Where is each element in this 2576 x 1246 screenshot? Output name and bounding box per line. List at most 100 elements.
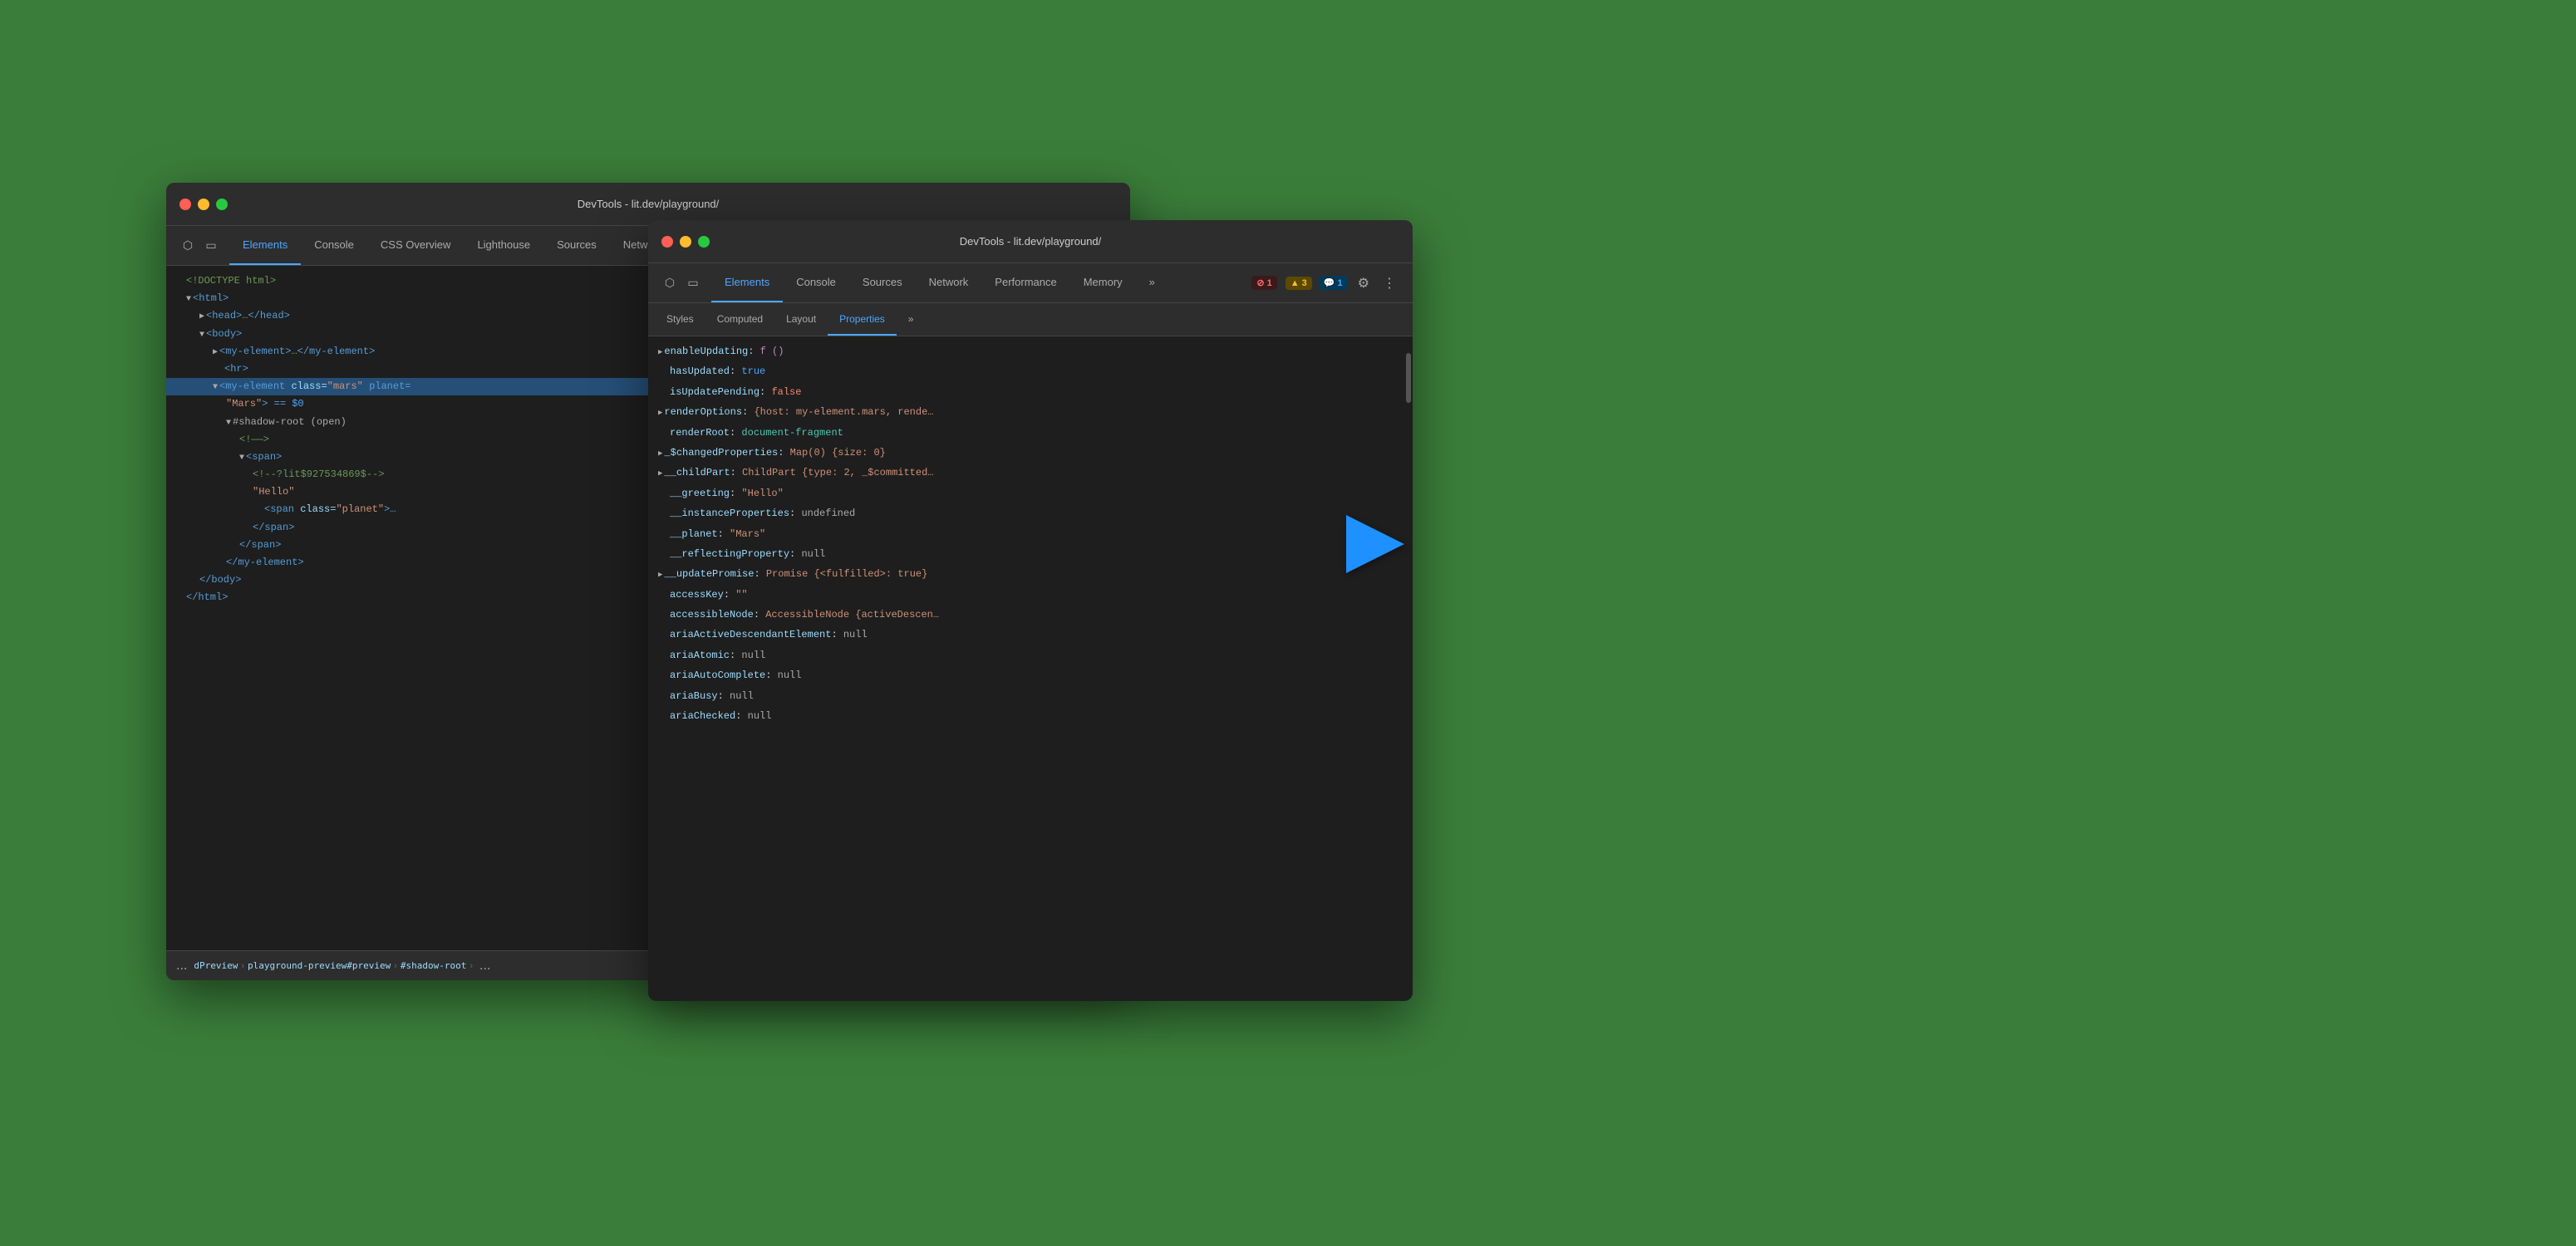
prop-isUpdatePending-front[interactable]: isUpdatePending: false	[648, 382, 1413, 402]
cursor-icon-front[interactable]: ⬡	[661, 275, 678, 292]
dom-line-span1[interactable]: ▼<span>	[166, 449, 681, 466]
minimize-button-back[interactable]	[198, 199, 209, 210]
error-badge-front: ⊘ 1	[1251, 276, 1276, 290]
tab-performance-front[interactable]: Performance	[981, 263, 1069, 302]
prop-renderRoot-front[interactable]: renderRoot: document-fragment	[648, 423, 1413, 443]
expand-body: ▼	[199, 331, 204, 340]
arrow-container	[1346, 515, 1404, 573]
dom-line-myelement2[interactable]: ▼<my-element class="mars" planet=	[166, 378, 681, 395]
tab-lighthouse-back[interactable]: Lighthouse	[464, 226, 543, 265]
settings-icon-front[interactable]: ⚙	[1354, 272, 1373, 295]
prop-enableUpdating-front[interactable]: ▶enableUpdating: f ()	[648, 341, 1413, 361]
prop-renderOptions-front[interactable]: ▶renderOptions: {host: my-element.mars, …	[648, 402, 1413, 422]
tab-console-front[interactable]: Console	[783, 263, 849, 302]
prop-ariaBusy-front[interactable]: ariaBusy: null	[648, 686, 1413, 706]
tab-console-back[interactable]: Console	[301, 226, 367, 265]
dom-line-span-planet[interactable]: <span class="planet">…	[166, 501, 681, 518]
tab-more-front[interactable]: »	[1136, 263, 1168, 302]
more-icon-front[interactable]: ⋮	[1379, 272, 1399, 295]
prop-accessKey-front[interactable]: accessKey: ""	[648, 585, 1413, 605]
bc-shadow-root[interactable]: #shadow-root	[401, 960, 466, 971]
dom-line-close-myelement: </my-element>	[166, 554, 681, 571]
bc-menu-back[interactable]: ...	[173, 955, 190, 977]
subtab-styles-front[interactable]: Styles	[655, 303, 705, 336]
prop-greeting-front[interactable]: __greeting: "Hello"	[648, 483, 1413, 503]
prop-instanceProps-front[interactable]: __instanceProperties: undefined	[648, 503, 1413, 523]
tab-elements-back[interactable]: Elements	[229, 226, 301, 265]
sub-tab-bar-front: Styles Computed Layout Properties »	[648, 303, 1413, 336]
tab-elements-front[interactable]: Elements	[711, 263, 783, 302]
prop-reflectingProp-front[interactable]: __reflectingProperty: null	[648, 544, 1413, 564]
tab-network-front[interactable]: Network	[916, 263, 982, 302]
device-icon[interactable]: ▭	[203, 238, 219, 254]
title-bar-front: DevTools - lit.dev/playground/	[648, 220, 1413, 263]
traffic-lights-back	[179, 199, 228, 210]
dom-line-mars-val: "Mars"> == $0	[166, 395, 681, 413]
dom-line-comment1: <!——>	[166, 431, 681, 449]
dom-line-head[interactable]: ▶<head>…</head>	[166, 307, 681, 325]
close-button-back[interactable]	[179, 199, 191, 210]
prop-accessibleNode-front[interactable]: accessibleNode: AccessibleNode {activeDe…	[648, 605, 1413, 625]
prop-ariaActive-front[interactable]: ariaActiveDescendantElement: null	[648, 625, 1413, 645]
dom-line-close-span1: </span>	[166, 519, 681, 537]
dom-line-hr[interactable]: <hr>	[166, 361, 681, 378]
dom-tree-back[interactable]: <!DOCTYPE html> ▼<html> ▶<head>…</head> …	[166, 266, 681, 950]
expand-shadow: ▼	[226, 419, 231, 428]
expand-head: ▶	[199, 312, 204, 321]
maximize-button-back[interactable]	[216, 199, 228, 210]
prop-changedProps-front[interactable]: ▶_$changedProperties: Map(0) {size: 0}	[648, 443, 1413, 463]
tab-bar-icons-back: ⬡ ▭	[173, 226, 226, 265]
dom-line-shadow[interactable]: ▼#shadow-root (open)	[166, 414, 681, 431]
subtab-more-front[interactable]: »	[897, 303, 926, 336]
message-badge-front: 💬 1	[1319, 276, 1348, 290]
front-content: Styles Computed Layout Properties » ▶ena…	[648, 303, 1413, 1001]
prop-childPart-front[interactable]: ▶__childPart: ChildPart {type: 2, _$comm…	[648, 463, 1413, 483]
maximize-button-front[interactable]	[698, 236, 710, 248]
breadcrumb-bar-back: ... dPreview › playground-preview#previe…	[166, 950, 681, 980]
tab-bar-icons-front: ⬡ ▭	[655, 263, 708, 302]
cursor-icon[interactable]: ⬡	[179, 238, 196, 254]
dom-line-doctype: <!DOCTYPE html>	[166, 272, 681, 290]
tab-sources-front[interactable]: Sources	[849, 263, 916, 302]
main-tab-bar-front: ⬡ ▭ Elements Console Sources Network Per…	[648, 263, 1413, 303]
dom-line-html[interactable]: ▼<html>	[166, 290, 681, 307]
bc-playground-preview[interactable]: playground-preview#preview	[248, 960, 391, 971]
traffic-lights-front	[661, 236, 710, 248]
device-icon-front[interactable]: ▭	[685, 275, 701, 292]
dom-line-close-body: </body>	[166, 571, 681, 589]
dom-line-lit-comment: <!--?lit$927534869$-->	[166, 466, 681, 483]
expand-myelement2: ▼	[213, 383, 218, 392]
scrollbar-front[interactable]	[1406, 353, 1411, 403]
tab-memory-front[interactable]: Memory	[1070, 263, 1136, 302]
tab-right-front: ⊘ 1 ▲ 3 💬 1 ⚙ ⋮	[1245, 263, 1406, 302]
expand-span1: ▼	[239, 454, 244, 463]
window-title-back: DevTools - lit.dev/playground/	[578, 198, 720, 210]
expand-html: ▼	[186, 295, 191, 304]
prop-updatePromise-front[interactable]: ▶__updatePromise: Promise {<fulfilled>: …	[648, 564, 1413, 584]
window-title-front: DevTools - lit.dev/playground/	[960, 235, 1102, 248]
tab-cssoverview-back[interactable]: CSS Overview	[367, 226, 465, 265]
dom-panel-back: <!DOCTYPE html> ▼<html> ▶<head>…</head> …	[166, 266, 681, 980]
dom-line-hello-text: "Hello"	[166, 483, 681, 501]
tab-sources-back[interactable]: Sources	[543, 226, 610, 265]
dom-line-close-html: </html>	[166, 589, 681, 606]
dom-line-myelement1[interactable]: ▶<my-element>…</my-element>	[166, 343, 681, 361]
bc-dpreview[interactable]: dPreview	[194, 960, 238, 971]
close-button-front[interactable]	[661, 236, 673, 248]
subtab-computed-front[interactable]: Computed	[705, 303, 774, 336]
prop-ariaAutoComplete-front[interactable]: ariaAutoComplete: null	[648, 665, 1413, 685]
props-list-front[interactable]: ▶enableUpdating: f () hasUpdated: true i…	[648, 336, 1413, 1001]
dom-line-body[interactable]: ▼<body>	[166, 326, 681, 343]
blue-arrow-icon	[1346, 515, 1404, 573]
subtab-layout-front[interactable]: Layout	[774, 303, 828, 336]
prop-ariaAtomic-front[interactable]: ariaAtomic: null	[648, 645, 1413, 665]
expand-myelement1: ▶	[213, 348, 218, 357]
prop-hasUpdated-front[interactable]: hasUpdated: true	[648, 361, 1413, 381]
bc-more[interactable]: ...	[476, 955, 494, 977]
dom-line-close-span2: </span>	[166, 537, 681, 554]
prop-ariaChecked-front[interactable]: ariaChecked: null	[648, 706, 1413, 726]
minimize-button-front[interactable]	[680, 236, 691, 248]
subtab-properties-front[interactable]: Properties	[828, 303, 897, 336]
prop-planet-front[interactable]: __planet: "Mars"	[648, 524, 1413, 544]
warning-badge-front: ▲ 3	[1286, 277, 1312, 290]
